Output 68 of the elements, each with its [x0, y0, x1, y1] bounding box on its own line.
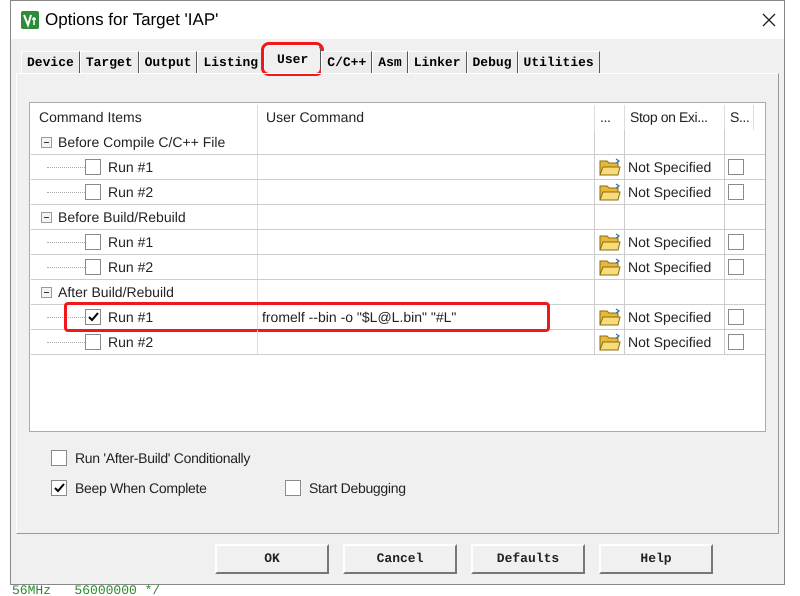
- run-label: Run #2: [108, 258, 154, 276]
- collapse-icon[interactable]: [41, 286, 52, 298]
- group-label: After Build/Rebuild: [58, 282, 174, 302]
- checkbox[interactable]: [85, 334, 101, 350]
- tab[interactable]: Target: [80, 51, 139, 73]
- close-icon[interactable]: [762, 13, 776, 27]
- dialog-button[interactable]: Help: [599, 544, 713, 574]
- folder-icon[interactable]: [598, 333, 620, 351]
- dialog-button[interactable]: OK: [215, 544, 329, 574]
- checkbox[interactable]: [51, 480, 67, 496]
- stop-value[interactable]: Not Specified: [628, 256, 712, 278]
- checkbox[interactable]: [285, 480, 301, 496]
- command-text[interactable]: fromelf --bin -o "$L@L.bin" "#L": [262, 306, 456, 328]
- checkbox[interactable]: [85, 259, 101, 275]
- column-header[interactable]: ...: [595, 105, 625, 130]
- tab[interactable]: C/C++: [321, 51, 372, 73]
- stop-value[interactable]: Not Specified: [628, 232, 712, 252]
- stop-value[interactable]: Not Specified: [628, 332, 712, 352]
- checkbox[interactable]: [85, 234, 101, 250]
- folder-icon[interactable]: [598, 183, 620, 201]
- dialog-button[interactable]: Cancel: [343, 544, 457, 574]
- folder-icon[interactable]: [598, 308, 620, 326]
- checkbox[interactable]: [728, 184, 744, 200]
- folder-icon[interactable]: [598, 258, 620, 276]
- checkbox[interactable]: [728, 309, 744, 325]
- run-label: Run #1: [108, 308, 154, 326]
- run-label: Run #1: [108, 232, 154, 252]
- folder-icon[interactable]: [598, 233, 620, 251]
- collapse-icon[interactable]: [41, 136, 52, 148]
- window-title: Options for Target 'IAP': [45, 9, 218, 32]
- tab[interactable]: User: [264, 45, 322, 73]
- option-label[interactable]: Start Debugging: [309, 478, 406, 498]
- stop-value[interactable]: Not Specified: [628, 306, 712, 328]
- folder-icon[interactable]: [598, 158, 620, 176]
- column-header[interactable]: Command Items: [31, 105, 258, 130]
- option-label[interactable]: Beep When Complete: [75, 478, 207, 498]
- tab[interactable]: Device: [21, 51, 80, 73]
- option-label[interactable]: Run 'After-Build' Conditionally: [75, 448, 250, 468]
- column-header[interactable]: Stop on Exi...: [625, 105, 725, 130]
- checkbox[interactable]: [728, 234, 744, 250]
- stop-value[interactable]: Not Specified: [628, 156, 712, 178]
- tab[interactable]: Utilities: [518, 51, 600, 73]
- dialog-button[interactable]: Defaults: [471, 544, 585, 574]
- tab[interactable]: Debug: [466, 51, 518, 73]
- run-label: Run #1: [108, 158, 154, 176]
- tab[interactable]: Output: [138, 51, 198, 73]
- run-label: Run #2: [108, 332, 154, 352]
- checkbox[interactable]: [728, 334, 744, 350]
- app-logo-icon: [21, 11, 39, 29]
- editor-code-line: 56MHz 56000000 */: [11, 585, 162, 596]
- checkmark-icon: [54, 483, 64, 493]
- checkbox[interactable]: [728, 259, 744, 275]
- checkbox[interactable]: [85, 159, 101, 175]
- collapse-icon[interactable]: [41, 212, 52, 222]
- column-header[interactable]: S...: [725, 105, 754, 130]
- tab[interactable]: Asm: [372, 51, 408, 73]
- checkmark-icon: [88, 312, 98, 322]
- stop-value[interactable]: Not Specified: [628, 182, 712, 202]
- checkbox[interactable]: [85, 309, 101, 325]
- group-label: Before Build/Rebuild: [58, 208, 186, 226]
- checkbox[interactable]: [51, 450, 67, 466]
- column-header[interactable]: User Command: [258, 105, 595, 130]
- checkbox[interactable]: [85, 184, 101, 200]
- checkbox[interactable]: [728, 159, 744, 175]
- tab[interactable]: Linker: [408, 51, 466, 73]
- run-label: Run #2: [108, 182, 154, 202]
- group-label: Before Compile C/C++ File: [58, 132, 226, 152]
- tab[interactable]: Listing: [197, 51, 264, 73]
